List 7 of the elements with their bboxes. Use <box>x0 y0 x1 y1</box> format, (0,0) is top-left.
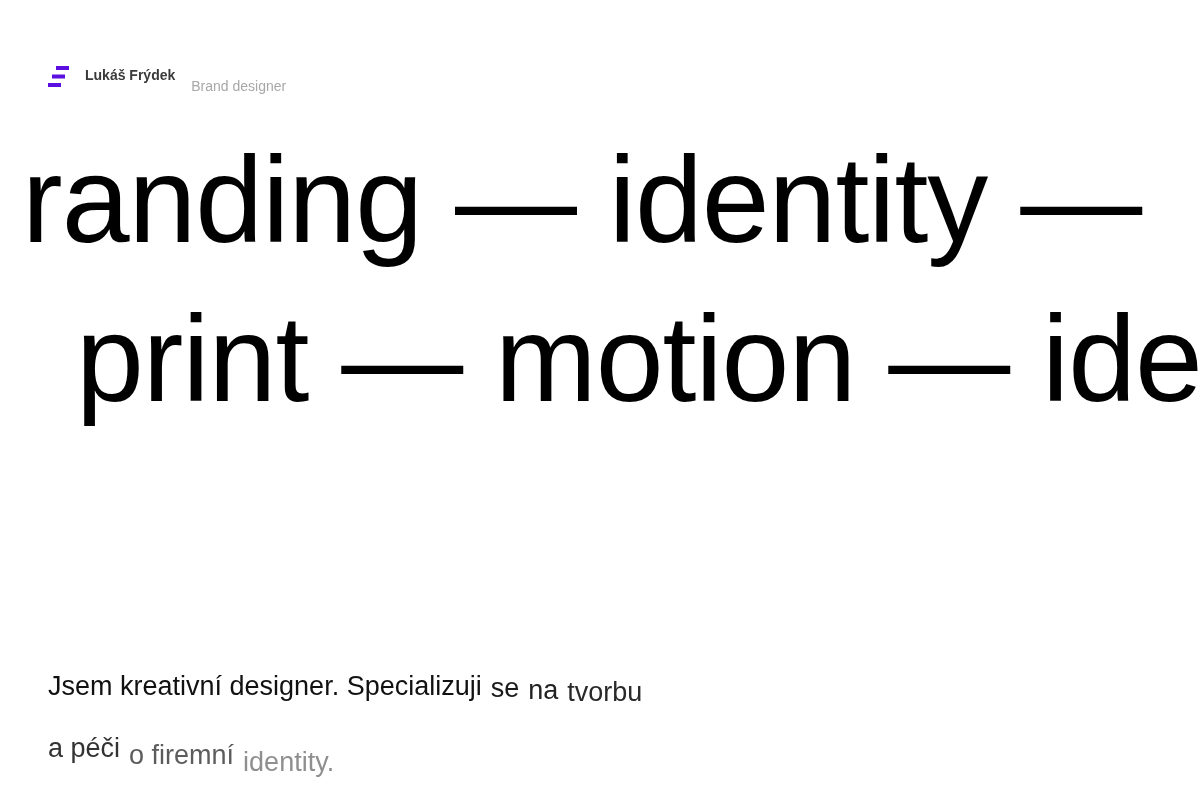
logo-icon[interactable] <box>48 66 69 87</box>
site-name[interactable]: Lukáš Frýdek <box>85 65 176 86</box>
intro-text: a péči o firemní identity. <box>48 732 336 779</box>
intro-text: Jsem kreativní designer. Specializuji se na tvorbu <box>48 670 644 709</box>
marquee-text: randing — identity — <box>22 132 1142 268</box>
site-tagline: Brand designer <box>191 77 287 96</box>
marquee-text: print — motion — ide <box>76 291 1200 427</box>
